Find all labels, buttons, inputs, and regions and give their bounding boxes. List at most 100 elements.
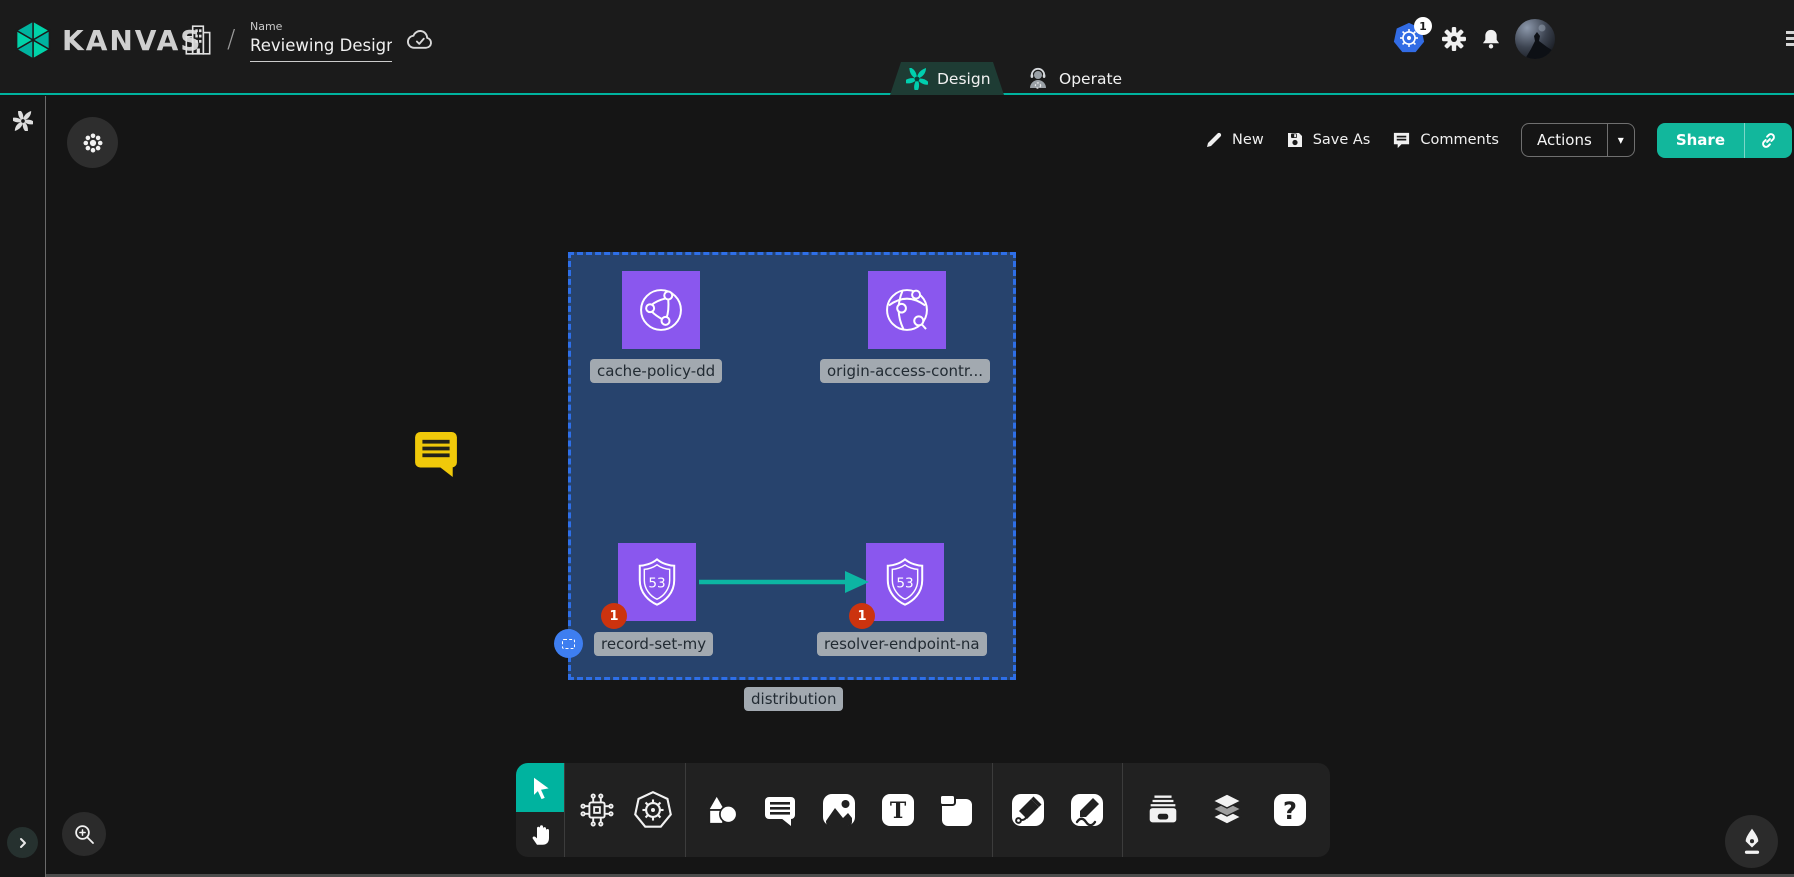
misc-tools-group: ? [1122,763,1330,857]
node-resolver-endpoint[interactable]: 53 [866,543,944,621]
design-name-label: Name [250,20,392,33]
cloudfront-cache-policy-icon [632,281,690,339]
tab-operate[interactable]: Operate [1010,62,1138,95]
header-right-cluster: 1 [1392,19,1555,59]
pen-path-icon [1010,792,1046,828]
pointer-tools-column [516,763,564,857]
settings-button[interactable] [1441,26,1467,52]
dashed-rect-icon [562,639,575,649]
new-button[interactable]: New [1205,131,1264,149]
save-as-button-label: Save As [1313,132,1371,148]
left-rail [0,96,46,877]
share-button[interactable]: Share [1657,123,1744,158]
logo-text: KANVAS [62,24,202,57]
node-label[interactable]: record-set-my [594,632,713,656]
meshery-swirl-icon[interactable] [13,111,33,131]
save-as-button[interactable]: Save As [1286,131,1371,149]
drawer-tool[interactable] [1140,787,1186,833]
notifications-button[interactable] [1480,27,1502,51]
bell-icon [1480,27,1502,51]
comments-button-label: Comments [1420,132,1499,148]
edge-record-to-resolver[interactable] [696,565,874,599]
zoom-in-icon [72,822,96,846]
chevron-right-icon [17,837,29,849]
kanvas-logo-icon [12,19,54,61]
actions-split-button: Actions ▾ [1521,123,1635,157]
kubernetes-tool[interactable] [630,787,676,833]
comment-icon [1392,131,1411,150]
node-cache-policy[interactable] [622,271,700,349]
pan-tool[interactable] [516,812,564,857]
image-tool[interactable] [816,787,862,833]
question-icon: ? [1272,792,1308,828]
help-tool[interactable]: ? [1267,787,1313,833]
tab-operate-label: Operate [1059,70,1122,88]
flower-gear-icon [82,132,104,154]
design-name-input[interactable] [250,33,392,62]
cloudfront-origin-access-icon [878,281,936,339]
node-record-set[interactable]: 53 [618,543,696,621]
gear-icon [1441,26,1467,52]
drawer-icon [1144,791,1182,829]
pen-tool-button[interactable] [1725,815,1778,868]
node-label[interactable]: cache-policy-dd [590,359,722,383]
node-label[interactable]: resolver-endpoint-na [817,632,987,656]
share-link-button[interactable] [1744,123,1792,158]
route53-resolver-endpoint-icon: 53 [876,553,934,611]
actions-button[interactable]: Actions [1522,124,1607,156]
pencil-scribble-icon [1069,792,1105,828]
tab-design[interactable]: Design [890,62,1004,95]
frame-tool[interactable] [933,787,979,833]
tab-design-label: Design [937,70,991,88]
building-icon [183,23,213,57]
floppy-icon [1286,131,1304,149]
svg-text:53: 53 [896,575,913,591]
pen-nib-icon [1739,827,1765,857]
canvas-settings-button[interactable] [67,117,118,168]
cloud-saved-icon [405,26,435,52]
svg-text:T: T [889,798,906,824]
design-name-field: Name [250,20,392,62]
shapes-tool[interactable] [699,787,745,833]
edge-tool[interactable] [1005,787,1051,833]
group-label[interactable]: distribution [744,687,843,711]
share-split-button: Share [1657,123,1792,158]
infrastructure-tools-group [564,763,685,857]
route53-record-set-icon: 53 [628,553,686,611]
comment-tool[interactable] [757,787,803,833]
sidebar-expand-button[interactable] [7,827,38,858]
node-label[interactable]: origin-access-contr... [820,359,990,383]
node-origin-access-control[interactable] [868,271,946,349]
image-icon [821,792,857,828]
zoom-in-button[interactable] [62,812,106,856]
frame-icon [938,792,974,828]
hand-icon [528,822,552,848]
design-swirl-icon [906,68,928,90]
chip-circuit-icon [578,791,616,829]
canvas-toolbar: T [516,763,1330,857]
text-tool[interactable]: T [875,787,921,833]
avatar[interactable] [1515,19,1555,59]
save-status-button[interactable] [405,26,435,52]
cursor-icon [528,775,552,801]
actions-caret-button[interactable]: ▾ [1607,124,1634,156]
breadcrumb-separator: / [227,24,235,53]
canvas-comment-marker[interactable] [414,432,458,478]
new-button-label: New [1232,132,1264,148]
drawing-tools-group [992,763,1122,857]
comment-bubble-icon [762,792,798,828]
design-actions-bar: New Save As Comments Actions ▾ [1205,121,1792,159]
kanvas-logo[interactable]: KANVAS [12,19,202,61]
kubernetes-context-button[interactable]: 1 [1392,21,1428,57]
group-select-handle[interactable] [554,629,583,658]
kubernetes-context-badge: 1 [1414,17,1432,35]
comments-button[interactable]: Comments [1392,131,1499,150]
layers-tool[interactable] [1204,787,1250,833]
draw-tool[interactable] [1064,787,1110,833]
component-tool[interactable] [574,787,620,833]
select-tool[interactable] [516,763,564,812]
menu-icon[interactable] [1786,31,1794,49]
organization-button[interactable] [183,23,213,57]
text-icon: T [880,792,916,828]
svg-text:53: 53 [648,575,665,591]
